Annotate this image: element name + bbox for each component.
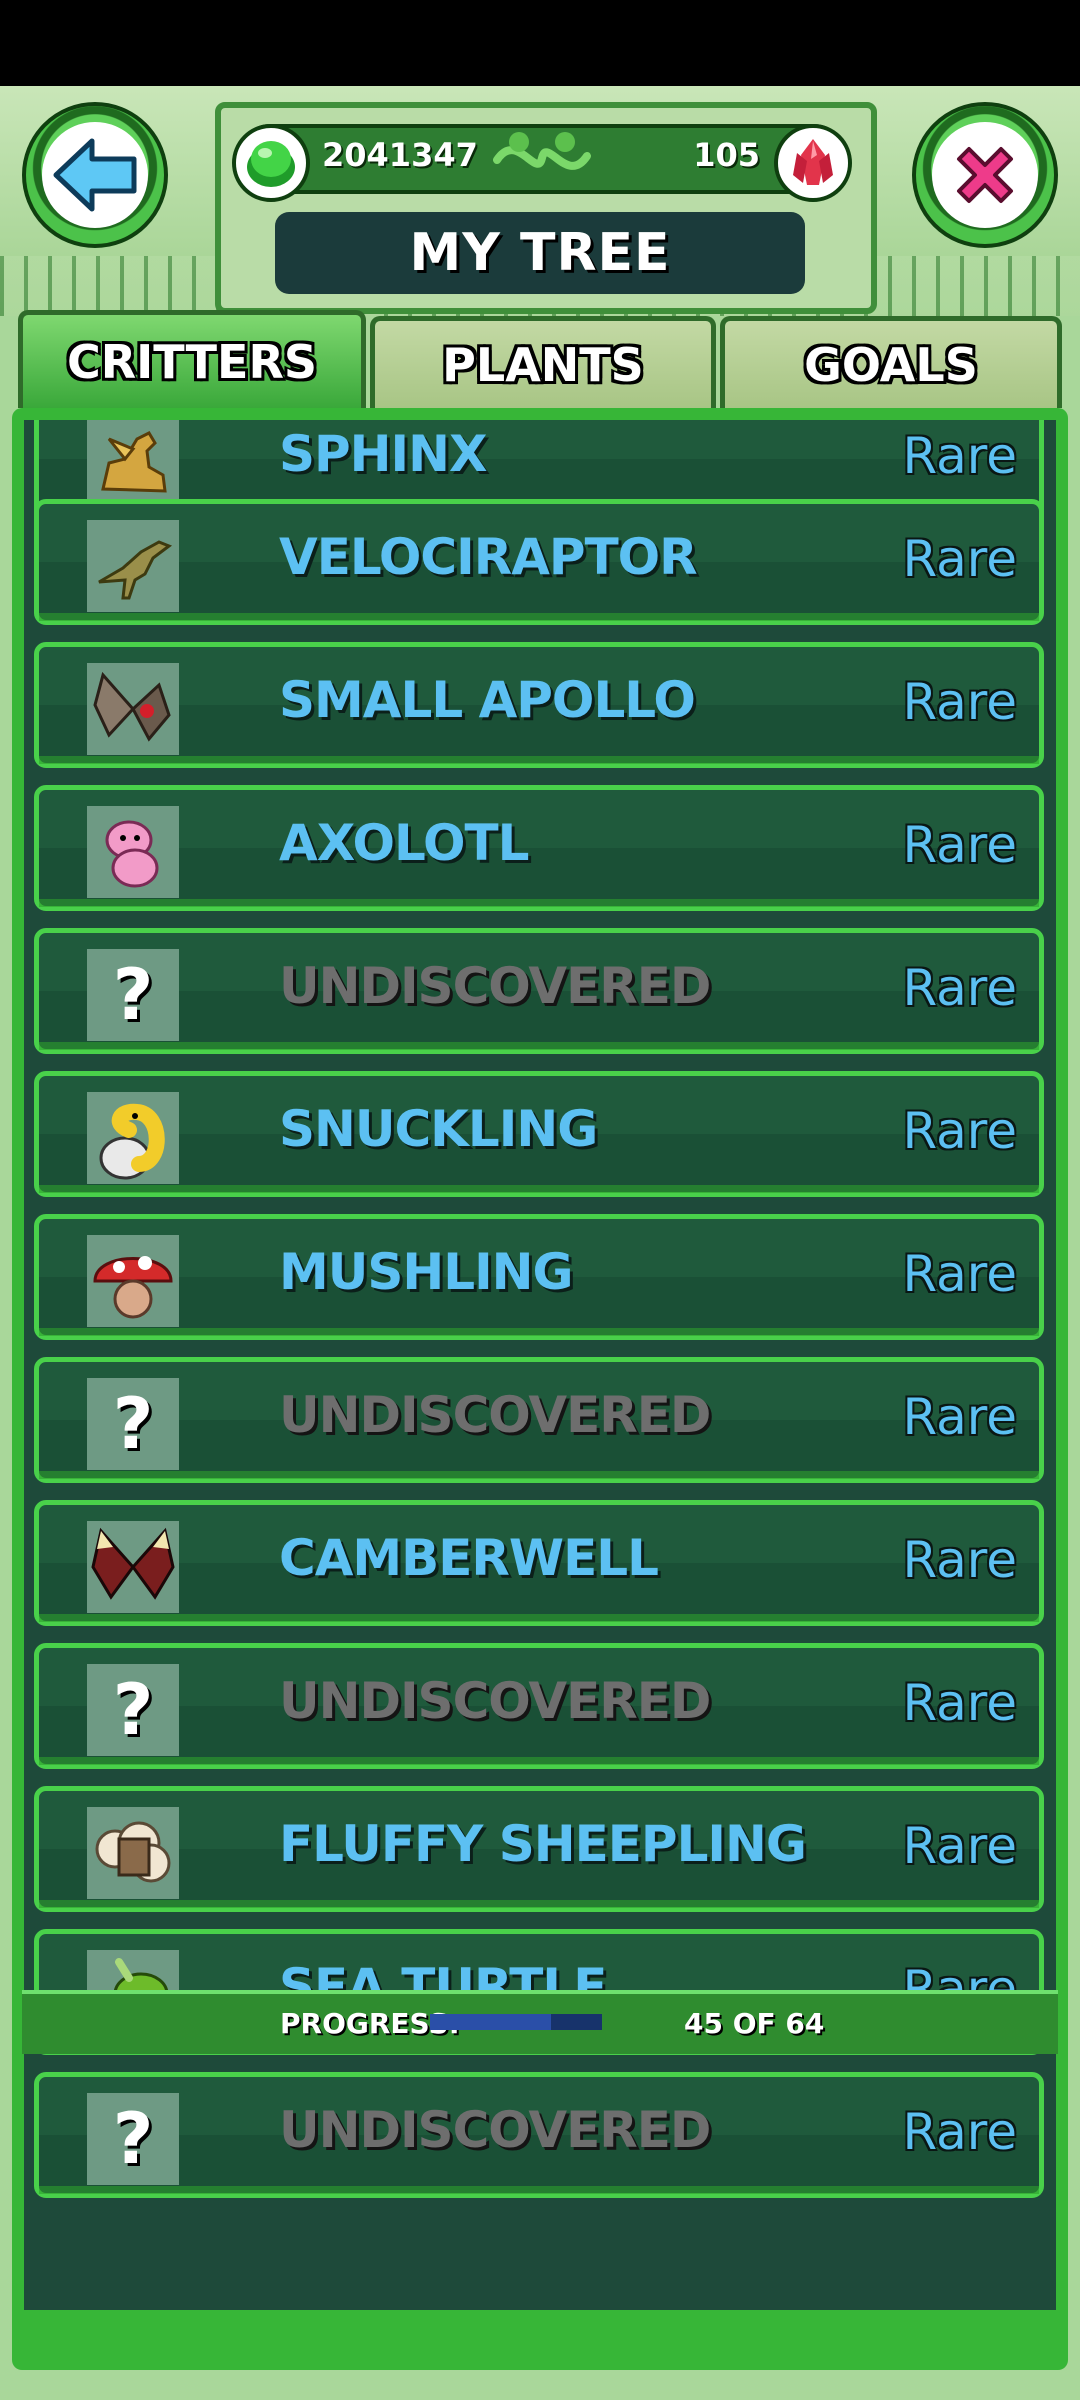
rarity-label: Rare <box>902 1388 1017 1446</box>
critter-list-panel: SPHINX Rare VELOCIRAPTOR Rare SMALL APOL… <box>12 408 1068 2370</box>
critter-row-fluffy-sheepling[interactable]: FLUFFY SHEEPLING Rare <box>34 1786 1044 1912</box>
critter-row-undiscovered[interactable]: ? UNDISCOVERED Rare <box>34 1643 1044 1769</box>
critter-row-axolotl[interactable]: AXOLOTL Rare <box>34 785 1044 911</box>
rarity-label: Rare <box>902 427 1017 485</box>
progress-footer: PROGRESS: 45 OF 64 <box>22 1990 1058 2054</box>
critter-name: MUSHLING <box>279 1243 574 1301</box>
butterfly-icon <box>87 663 179 755</box>
critter-name: UNDISCOVERED <box>279 1672 711 1730</box>
currency-bar: 2041347 105 <box>232 124 852 202</box>
red-currency-value: 105 <box>693 136 760 174</box>
velociraptor-icon <box>87 520 179 612</box>
critter-name: AXOLOTL <box>279 814 530 872</box>
question-mark-icon: ? <box>87 949 179 1041</box>
critter-name: UNDISCOVERED <box>279 1386 711 1444</box>
red-gem-slot <box>774 124 852 202</box>
sheep-icon <box>87 1807 179 1899</box>
snake-icon <box>87 1092 179 1184</box>
critter-row-undiscovered[interactable]: ? UNDISCOVERED Rare <box>34 928 1044 1054</box>
critter-name: VELOCIRAPTOR <box>279 528 698 586</box>
tab-plants[interactable]: PLANTS <box>370 316 716 408</box>
rarity-label: Rare <box>902 959 1017 1017</box>
green-gem-slot <box>232 124 310 202</box>
moth-icon <box>87 1521 179 1613</box>
vine-ornament-icon <box>493 132 591 170</box>
back-arrow-icon <box>53 138 137 212</box>
critter-name: UNDISCOVERED <box>279 957 711 1015</box>
progress-count: 45 OF 64 <box>684 2007 825 2040</box>
green-currency-value: 2041347 <box>322 136 478 174</box>
close-x-icon <box>957 147 1013 203</box>
my-tree-screen: 2041347 105 MY TREE CRITTERS PLANTS GOAL… <box>0 86 1080 2400</box>
tab-critters[interactable]: CRITTERS <box>18 310 366 408</box>
question-mark-icon: ? <box>87 1664 179 1756</box>
rarity-label: Rare <box>902 1531 1017 1589</box>
critter-row-snuckling[interactable]: SNUCKLING Rare <box>34 1071 1044 1197</box>
tab-goals[interactable]: GOALS <box>720 316 1062 408</box>
mushroom-icon <box>87 1235 179 1327</box>
rarity-label: Rare <box>902 1245 1017 1303</box>
critter-row-velociraptor[interactable]: VELOCIRAPTOR Rare <box>34 499 1044 625</box>
critter-row-camberwell[interactable]: CAMBERWELL Rare <box>34 1500 1044 1626</box>
critter-name: FLUFFY SHEEPLING <box>279 1815 807 1873</box>
rarity-label: Rare <box>902 2103 1017 2161</box>
critter-name: UNDISCOVERED <box>279 2101 711 2159</box>
critter-name: SNUCKLING <box>279 1100 598 1158</box>
rarity-label: Rare <box>902 816 1017 874</box>
critter-row-mushling[interactable]: MUSHLING Rare <box>34 1214 1044 1340</box>
rarity-label: Rare <box>902 1674 1017 1732</box>
axolotl-icon <box>87 806 179 898</box>
progress-fill <box>430 2014 551 2030</box>
critter-name: SMALL APOLLO <box>279 671 696 729</box>
close-button[interactable] <box>912 102 1058 248</box>
sphinx-icon <box>87 420 179 509</box>
rarity-label: Rare <box>902 1817 1017 1875</box>
status-bar <box>0 0 1080 86</box>
critter-row-small-apollo[interactable]: SMALL APOLLO Rare <box>34 642 1044 768</box>
question-mark-icon: ? <box>87 2093 179 2185</box>
question-mark-icon: ? <box>87 1378 179 1470</box>
critter-row-undiscovered[interactable]: ? UNDISCOVERED Rare <box>34 2072 1044 2198</box>
green-gem-icon <box>247 141 295 187</box>
red-crystal-icon <box>793 139 833 185</box>
critter-name: SPHINX <box>279 425 488 483</box>
tab-bar: CRITTERS PLANTS GOALS <box>18 310 1062 408</box>
back-button[interactable] <box>22 102 168 248</box>
rarity-label: Rare <box>902 530 1017 588</box>
critter-name: CAMBERWELL <box>279 1529 659 1587</box>
page-title: MY TREE <box>275 212 805 294</box>
rarity-label: Rare <box>902 1102 1017 1160</box>
rarity-label: Rare <box>902 673 1017 731</box>
critter-row-undiscovered[interactable]: ? UNDISCOVERED Rare <box>34 1357 1044 1483</box>
progress-track <box>430 2014 602 2030</box>
